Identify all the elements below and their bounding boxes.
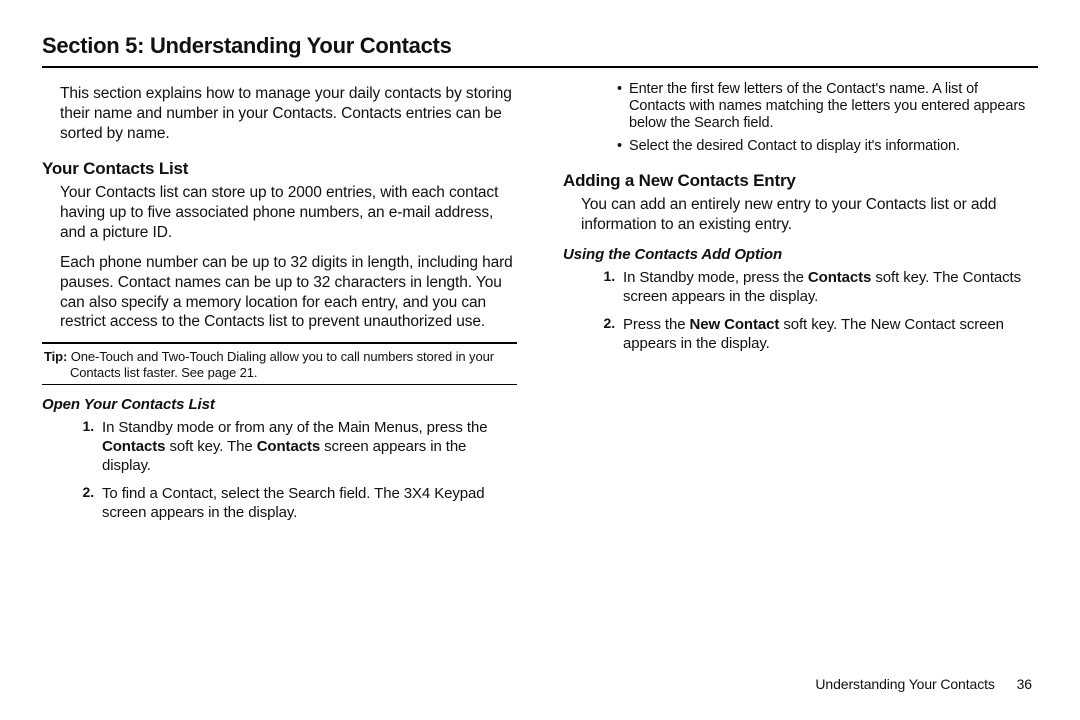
left-column: This section explains how to manage your…: [42, 80, 517, 530]
search-bullet-2: Select the desired Contact to display it…: [617, 138, 1038, 155]
intro-paragraph: This section explains how to manage your…: [42, 84, 517, 143]
adding-entry-paragraph: You can add an entirely new entry to you…: [581, 195, 1038, 235]
search-bullet-1: Enter the first few letters of the Conta…: [617, 81, 1038, 132]
open-step-2: 2. To find a Contact, select the Search …: [80, 484, 517, 522]
footer-section-name: Understanding Your Contacts: [815, 676, 994, 692]
heading-your-contacts-list: Your Contacts List: [42, 158, 517, 180]
tip-text: One-Touch and Two-Touch Dialing allow yo…: [70, 349, 494, 379]
heading-adding-entry: Adding a New Contacts Entry: [563, 170, 1038, 192]
add-option-steps: 1. In Standby mode, press the Contacts s…: [563, 268, 1038, 353]
page-title: Section 5: Understanding Your Contacts: [42, 32, 1038, 68]
add-step-1: 1. In Standby mode, press the Contacts s…: [601, 268, 1038, 306]
open-contacts-steps: 1. In Standby mode or from any of the Ma…: [42, 418, 517, 522]
tip-label: Tip:: [44, 349, 67, 364]
heading-using-add-option: Using the Contacts Add Option: [563, 245, 1038, 264]
tip-box: Tip: One-Touch and Two-Touch Dialing all…: [42, 342, 517, 385]
contacts-list-details: Each phone number can be up to 32 digits…: [60, 253, 517, 332]
heading-open-contacts: Open Your Contacts List: [42, 395, 517, 414]
contacts-list-capacity: Your Contacts list can store up to 2000 …: [60, 183, 517, 242]
footer-page-number: 36: [1017, 676, 1032, 692]
search-sub-bullets: Enter the first few letters of the Conta…: [563, 81, 1038, 155]
two-column-layout: This section explains how to manage your…: [42, 80, 1038, 530]
page-footer: Understanding Your Contacts 36: [815, 676, 1032, 694]
right-column: Enter the first few letters of the Conta…: [563, 80, 1038, 530]
open-step-1: 1. In Standby mode or from any of the Ma…: [80, 418, 517, 476]
add-step-2: 2. Press the New Contact soft key. The N…: [601, 315, 1038, 353]
